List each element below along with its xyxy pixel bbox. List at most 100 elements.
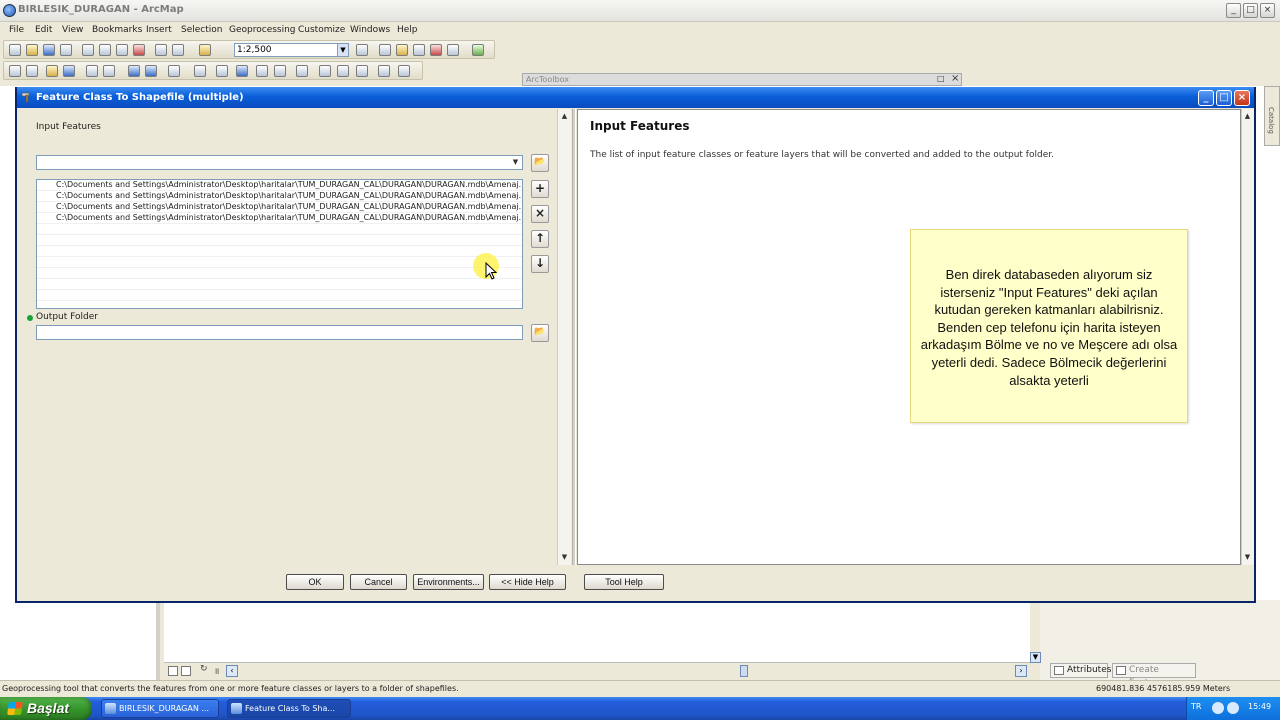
map-view[interactable] (164, 600, 1030, 662)
list-item[interactable]: C:\Documents and Settings\Administrator\… (37, 213, 522, 224)
scroll-left-icon[interactable]: ‹ (226, 665, 238, 677)
menu-insert[interactable]: Insert (146, 25, 172, 35)
layout-view-icon[interactable] (181, 666, 191, 676)
viewer-window-icon[interactable] (398, 65, 410, 77)
refresh-icon[interactable]: ↻ (200, 664, 208, 674)
menu-help[interactable]: Help (397, 25, 418, 35)
output-folder-field[interactable] (36, 325, 523, 340)
save-icon[interactable] (43, 44, 55, 56)
select-elements-icon[interactable] (216, 65, 228, 77)
start-button[interactable]: Başlat (0, 697, 92, 720)
redo-icon[interactable] (172, 44, 184, 56)
tab-attributes[interactable]: Attributes (1050, 663, 1111, 678)
new-document-icon[interactable] (9, 44, 21, 56)
maximize-button[interactable]: □ (1243, 3, 1258, 18)
undo-icon[interactable] (155, 44, 167, 56)
taskbar-item-tool[interactable]: Feature Class To Sha... (227, 699, 351, 718)
network-icon[interactable] (1212, 702, 1224, 714)
menu-bookmarks[interactable]: Bookmarks (92, 25, 142, 35)
ok-button[interactable]: OK (286, 574, 344, 590)
horizontal-scroll-thumb[interactable] (740, 665, 748, 677)
move-down-button[interactable]: ↓ (531, 255, 549, 273)
close-icon[interactable]: × (951, 73, 959, 84)
menu-geoprocessing[interactable]: Geoprocessing (229, 25, 296, 35)
select-features-icon[interactable] (168, 65, 180, 77)
remove-item-button[interactable]: × (531, 205, 549, 223)
scroll-down-icon[interactable]: ▼ (559, 552, 570, 563)
scroll-down-icon[interactable]: ▼ (1242, 552, 1253, 563)
pan-icon[interactable] (46, 65, 58, 77)
move-up-button[interactable]: ↑ (531, 230, 549, 248)
arctoolbox-icon[interactable] (430, 44, 442, 56)
editor-icon[interactable] (356, 44, 368, 56)
scale-combo[interactable]: 1:2,500 ▼ (234, 43, 349, 57)
add-data-icon[interactable] (199, 44, 211, 56)
browse-output-button[interactable]: 📂 (531, 324, 549, 342)
menu-customize[interactable]: Customize (298, 25, 345, 35)
dialog-minimize-button[interactable]: _ (1198, 90, 1214, 106)
cut-icon[interactable] (82, 44, 94, 56)
zoom-in-icon[interactable] (9, 65, 21, 77)
help-scrollbar[interactable]: ▲ ▼ (1241, 109, 1254, 565)
fixed-zoom-in-icon[interactable] (86, 65, 98, 77)
scroll-right-icon[interactable]: › (1015, 665, 1027, 677)
volume-icon[interactable] (1227, 702, 1239, 714)
hide-help-button[interactable]: << Hide Help (489, 574, 566, 590)
dialog-maximize-button[interactable]: □ (1216, 90, 1232, 106)
close-button[interactable]: × (1260, 3, 1275, 18)
catalog-window-icon[interactable] (396, 44, 408, 56)
model-builder-icon[interactable] (472, 44, 484, 56)
taskbar-item-arcmap[interactable]: BIRLESIK_DURAGAN ... (101, 699, 219, 718)
paste-icon[interactable] (116, 44, 128, 56)
language-indicator[interactable]: TR (1191, 702, 1201, 711)
delete-icon[interactable] (133, 44, 145, 56)
list-item[interactable]: C:\Documents and Settings\Administrator\… (37, 180, 522, 191)
python-icon[interactable] (447, 44, 459, 56)
chevron-down-icon[interactable]: ▼ (510, 157, 521, 168)
full-extent-icon[interactable] (63, 65, 75, 77)
clear-selection-icon[interactable] (194, 65, 206, 77)
catalog-side-tab[interactable]: Catalog (1264, 86, 1280, 146)
measure-icon[interactable] (296, 65, 308, 77)
input-features-list[interactable]: C:\Documents and Settings\Administrator\… (36, 179, 523, 309)
menu-selection[interactable]: Selection (181, 25, 222, 35)
open-icon[interactable] (26, 44, 38, 56)
tool-help-button[interactable]: Tool Help (584, 574, 664, 590)
menu-edit[interactable]: Edit (35, 25, 52, 35)
environments-button[interactable]: Environments... (413, 574, 484, 590)
fixed-zoom-out-icon[interactable] (103, 65, 115, 77)
find-icon[interactable] (319, 65, 331, 77)
parameters-scrollbar[interactable]: ▲ ▼ (557, 109, 571, 565)
menu-file[interactable]: File (9, 25, 24, 35)
copy-icon[interactable] (99, 44, 111, 56)
identify-icon[interactable] (236, 65, 248, 77)
scroll-up-icon[interactable]: ▲ (1242, 111, 1253, 122)
goto-xy-icon[interactable] (356, 65, 368, 77)
find-route-icon[interactable] (337, 65, 349, 77)
search-window-icon[interactable] (413, 44, 425, 56)
minimize-button[interactable]: _ (1226, 3, 1241, 18)
hyperlink-icon[interactable] (256, 65, 268, 77)
cancel-button[interactable]: Cancel (350, 574, 407, 590)
scroll-down-icon[interactable]: ▼ (1030, 652, 1041, 663)
input-features-combo[interactable]: ▼ (36, 155, 523, 170)
menu-windows[interactable]: Windows (350, 25, 390, 35)
print-icon[interactable] (60, 44, 72, 56)
restore-icon[interactable]: □ (937, 74, 945, 83)
browse-input-button[interactable]: 📂 (531, 154, 549, 172)
pane-splitter[interactable] (572, 109, 576, 565)
list-item[interactable]: C:\Documents and Settings\Administrator\… (37, 202, 522, 213)
zoom-out-icon[interactable] (26, 65, 38, 77)
chevron-down-icon[interactable]: ▼ (337, 44, 348, 56)
time-slider-icon[interactable] (378, 65, 390, 77)
back-icon[interactable] (128, 65, 140, 77)
add-item-button[interactable]: + (531, 180, 549, 198)
dialog-close-button[interactable]: × (1234, 90, 1250, 106)
data-view-icon[interactable] (168, 666, 178, 676)
html-popup-icon[interactable] (274, 65, 286, 77)
table-icon[interactable] (379, 44, 391, 56)
tab-create-features[interactable]: Create Features (1112, 663, 1196, 688)
pause-icon[interactable]: ॥ (214, 664, 219, 677)
forward-icon[interactable] (145, 65, 157, 77)
menu-view[interactable]: View (62, 25, 83, 35)
